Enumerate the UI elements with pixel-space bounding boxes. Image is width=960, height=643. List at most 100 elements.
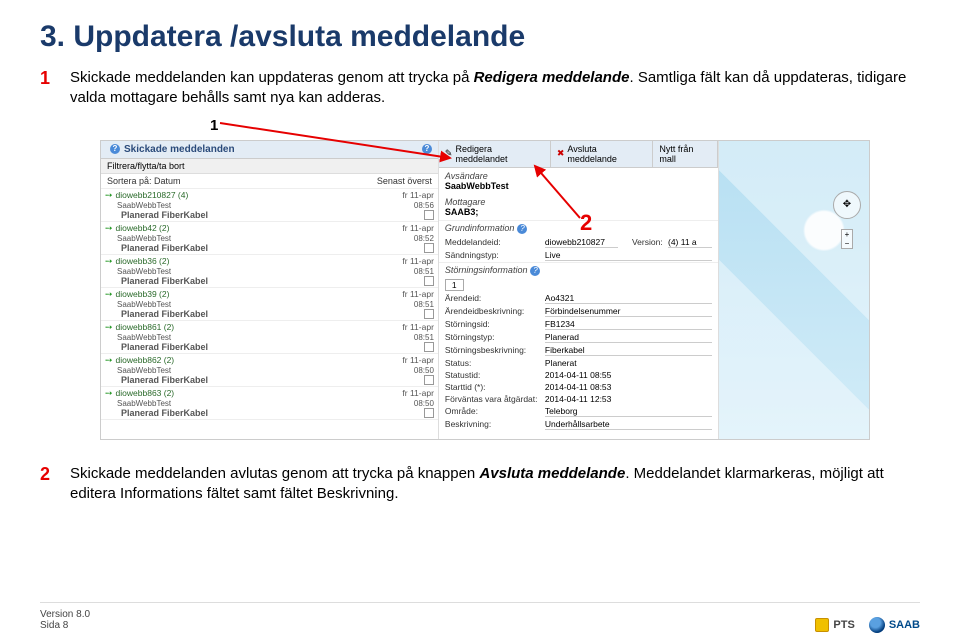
v[interactable]: Fiberkabel xyxy=(545,345,712,356)
kv-storningstyp: Störningstyp:Planerad xyxy=(439,331,718,344)
logo-pts: PTS xyxy=(815,618,854,632)
v[interactable]: Underhållsarbete xyxy=(545,419,712,430)
v[interactable]: Planerad xyxy=(545,332,712,343)
kv-arendeidb: Ärendeidbeskrivning:Förbindelsenummer xyxy=(439,305,718,318)
msg-time: 08:52 xyxy=(414,234,434,243)
step-1-sublabel: 1 xyxy=(210,117,920,134)
msg-date: fr 11-apr xyxy=(402,190,434,200)
screenshot-area: 2 ?Skickade meddelanden? Filtrera/flytta… xyxy=(40,140,920,450)
msg-sender: SaabWebbTest xyxy=(117,399,171,408)
v[interactable]: FB1234 xyxy=(545,319,712,330)
arrow-icon: ➙ xyxy=(105,256,113,267)
v: 2014-04-11 12:53 xyxy=(545,394,712,404)
kv-meddelandeid: Meddelandeid: diowebb210827 Version: (4)… xyxy=(439,236,718,249)
list-item[interactable]: ➙diowebb863 (2)fr 11-aprSaabWebbTest08:5… xyxy=(101,387,438,420)
map-zoom-control[interactable]: +− xyxy=(841,229,853,249)
k: Information: xyxy=(445,438,545,440)
help-icon-4[interactable]: ? xyxy=(530,266,540,276)
msg-id: diowebb862 (2) xyxy=(116,355,400,365)
list-item[interactable]: ➙diowebb42 (2)fr 11-aprSaabWebbTest08:52… xyxy=(101,222,438,255)
msg-date: fr 11-apr xyxy=(402,223,434,233)
msg-checkbox[interactable] xyxy=(424,243,434,253)
k: Beskrivning: xyxy=(445,419,545,430)
pencil-icon: ✎ xyxy=(445,148,453,159)
v[interactable]: Live xyxy=(545,250,712,261)
msg-id: diowebb863 (2) xyxy=(116,388,400,398)
left-panel: ?Skickade meddelanden? Filtrera/flytta/t… xyxy=(101,141,439,439)
msg-checkbox[interactable] xyxy=(424,309,434,319)
list-item[interactable]: ➙diowebb36 (2)fr 11-aprSaabWebbTest08:51… xyxy=(101,255,438,288)
msg-time: 08:50 xyxy=(414,399,434,408)
k: Ärendeidbeskrivning: xyxy=(445,306,545,317)
msg-checkbox[interactable] xyxy=(424,408,434,418)
tab-row: 1 xyxy=(439,278,718,292)
k: Meddelandeid: xyxy=(445,237,545,248)
list-item[interactable]: ➙diowebb210827 (4)fr 11-aprSaabWebbTest0… xyxy=(101,189,438,222)
msg-title: Planerad FiberKabel xyxy=(117,243,208,253)
recipient-heading: Mottagare xyxy=(439,194,718,207)
v[interactable]: diowebb210827 xyxy=(545,237,618,248)
msg-checkbox[interactable] xyxy=(424,375,434,385)
footer-page: Sida 8 xyxy=(40,620,90,631)
msg-title: Planerad FiberKabel xyxy=(117,309,208,319)
step-2-number: 2 xyxy=(40,464,58,505)
msg-title: Planerad FiberKabel xyxy=(117,408,208,418)
list-item[interactable]: ➙diowebb39 (2)fr 11-aprSaabWebbTest08:51… xyxy=(101,288,438,321)
kv-status: Status:Planerat xyxy=(439,357,718,369)
list-item[interactable]: ➙diowebb862 (2)fr 11-aprSaabWebbTest08:5… xyxy=(101,354,438,387)
step-2: 2 Skickade meddelanden avlutas genom att… xyxy=(40,464,920,505)
k: Förväntas vara åtgärdat: xyxy=(445,394,545,404)
step-2-text-a: Skickade meddelanden avlutas genom att t… xyxy=(70,465,479,482)
arrow-icon: ➙ xyxy=(105,289,113,300)
footer-version: Version 8.0 xyxy=(40,609,90,620)
tab-1[interactable]: 1 xyxy=(445,279,464,291)
kv-starttid: Starttid (*):2014-04-11 08:53 xyxy=(439,381,718,393)
sender-heading: Avsändare xyxy=(439,168,718,181)
v[interactable]: Förbindelsenummer xyxy=(545,306,712,317)
kv-beskrivning: Beskrivning:Underhållsarbete xyxy=(439,418,718,431)
step-2-text: Skickade meddelanden avlutas genom att t… xyxy=(70,464,920,505)
annotation-2: 2 xyxy=(580,210,592,236)
k: Starttid (*): xyxy=(445,382,545,392)
msg-id: diowebb39 (2) xyxy=(116,289,400,299)
map-pan-control[interactable]: ✥ xyxy=(833,191,861,219)
list-item[interactable]: ➙diowebb861 (2)fr 11-aprSaabWebbTest08:5… xyxy=(101,321,438,354)
kv-storningsb: Störningsbeskrivning:Fiberkabel xyxy=(439,344,718,357)
k: Störningstyp: xyxy=(445,332,545,343)
filter-row[interactable]: Filtrera/flytta/ta bort xyxy=(101,159,438,174)
v[interactable]: Teleborg xyxy=(545,406,712,417)
v[interactable]: Ao4321 xyxy=(545,293,712,304)
step-1-text-a: Skickade meddelanden kan uppdateras geno… xyxy=(70,69,474,86)
edit-message-button[interactable]: ✎Redigera meddelandet xyxy=(439,141,551,167)
msg-id: diowebb210827 (4) xyxy=(116,190,400,200)
kv-statustid: Statustid:2014-04-11 08:55 xyxy=(439,369,718,381)
msg-id: diowebb36 (2) xyxy=(116,256,400,266)
k: Ärendeid: xyxy=(445,293,545,304)
help-icon[interactable]: ? xyxy=(110,144,120,154)
msg-time: 08:51 xyxy=(414,333,434,342)
map-panel[interactable]: ✥ +− xyxy=(719,141,869,439)
message-list: ➙diowebb210827 (4)fr 11-aprSaabWebbTest0… xyxy=(101,189,438,420)
footer-divider xyxy=(40,602,920,603)
msg-checkbox[interactable] xyxy=(424,342,434,352)
msg-sender: SaabWebbTest xyxy=(117,201,171,210)
msg-time: 08:50 xyxy=(414,366,434,375)
group-grundinfo: Grundinformation? xyxy=(439,220,718,236)
help-icon-2[interactable]: ? xyxy=(422,144,432,154)
arrow-icon: ➙ xyxy=(105,190,113,201)
arrow-icon: ➙ xyxy=(105,223,113,234)
help-icon-3[interactable]: ? xyxy=(517,224,527,234)
msg-checkbox[interactable] xyxy=(424,276,434,286)
sort-row[interactable]: Sortera på: Datum Senast överst xyxy=(101,174,438,189)
kv-arendeid: Ärendeid:Ao4321 xyxy=(439,292,718,305)
close-message-button[interactable]: ✖Avsluta meddelande xyxy=(551,141,654,167)
footer: Version 8.0 Sida 8 xyxy=(40,609,90,631)
k: Statustid: xyxy=(445,370,545,380)
new-from-template-button[interactable]: Nytt från mall xyxy=(653,141,718,167)
msg-date: fr 11-apr xyxy=(402,289,434,299)
arrow-icon: ➙ xyxy=(105,388,113,399)
msg-checkbox[interactable] xyxy=(424,210,434,220)
step-1-emph: Redigera meddelande xyxy=(474,69,630,86)
pts-text: PTS xyxy=(833,619,854,631)
v[interactable] xyxy=(545,438,712,440)
